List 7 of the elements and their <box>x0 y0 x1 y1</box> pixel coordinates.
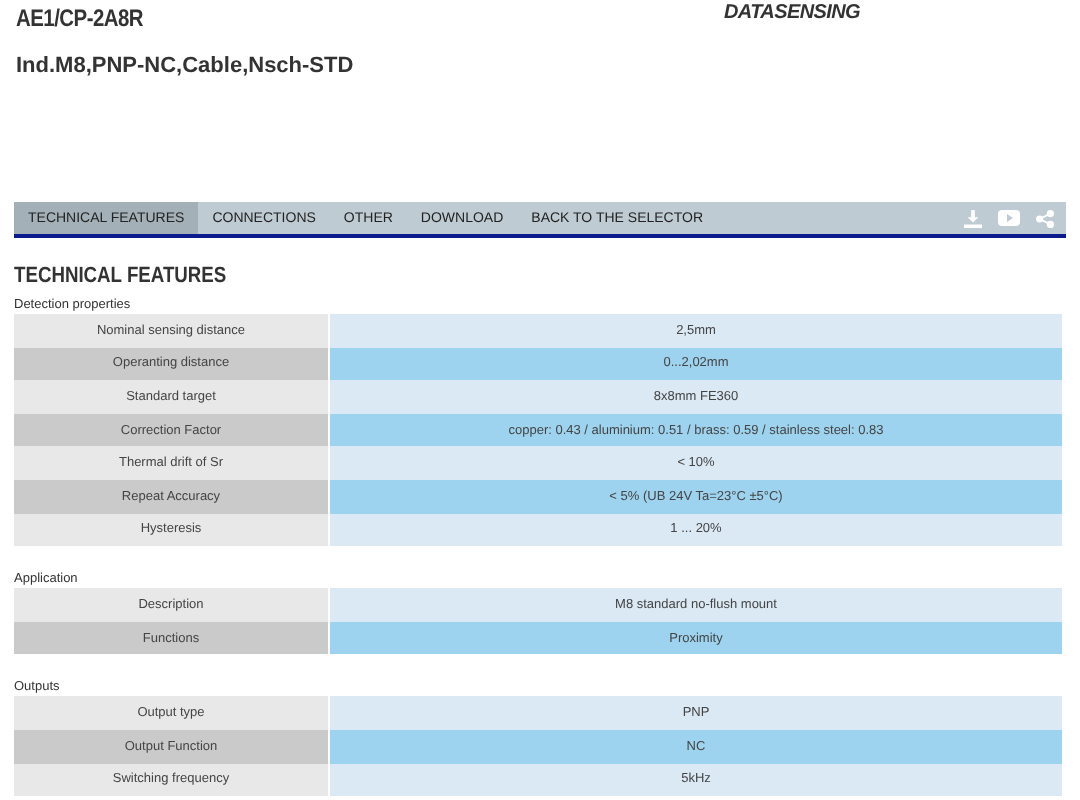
play-icon[interactable] <box>998 210 1020 226</box>
download-icon[interactable] <box>964 209 982 227</box>
product-description: Ind.M8,PNP-NC,Cable,Nsch-STD <box>16 54 354 78</box>
brand-logo: DATASENSING <box>724 2 860 26</box>
product-code: AE1/CP-2A8R <box>16 4 144 32</box>
section-heading: TECHNICAL FEATURES <box>14 264 227 288</box>
share-icon[interactable] <box>1036 209 1054 227</box>
